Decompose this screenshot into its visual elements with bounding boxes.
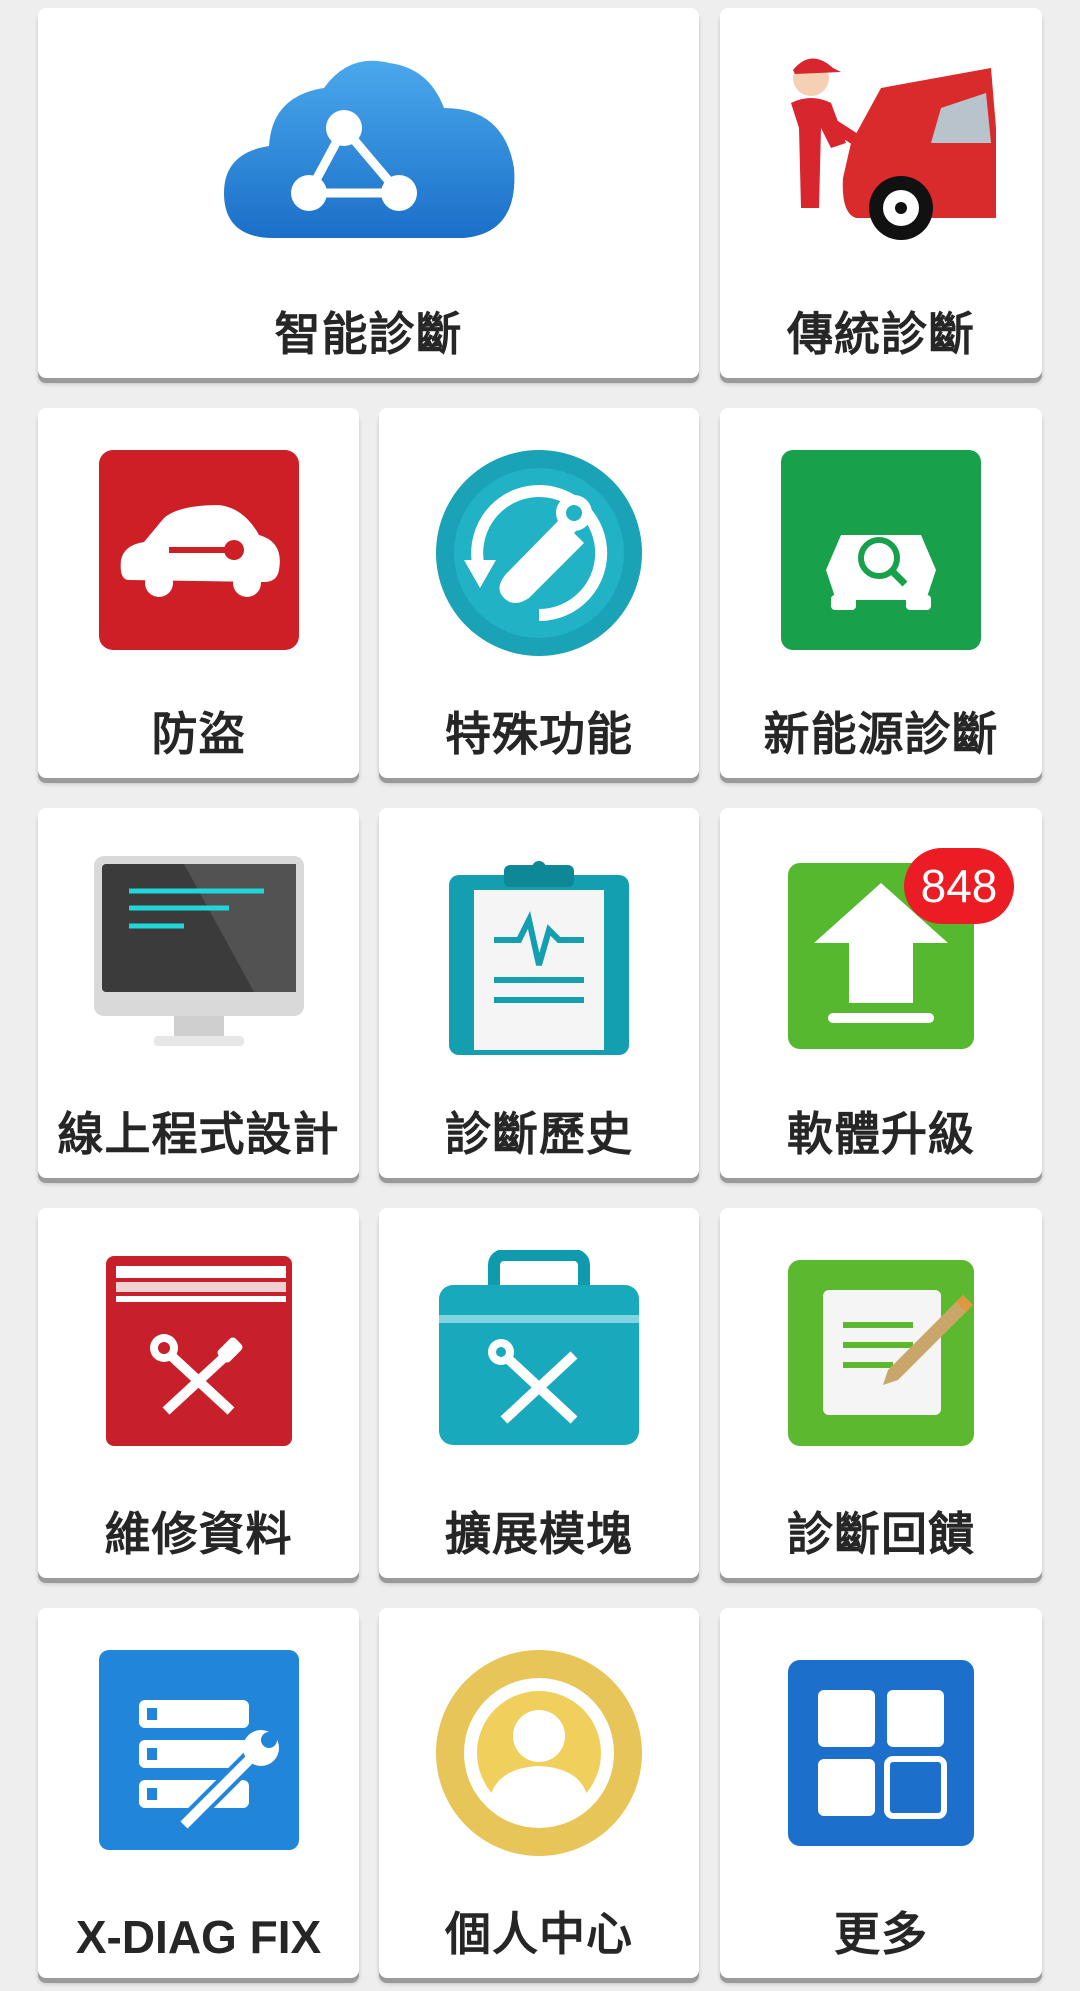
tile-label: 擴展模塊 (445, 1507, 633, 1561)
ev-car-search-icon (781, 450, 981, 650)
more-grid-icon (788, 1660, 974, 1846)
tile-label: 智能診斷 (274, 307, 463, 361)
tile-label: 維修資料 (104, 1507, 293, 1561)
tile-traditional-diagnosis[interactable]: 傳統診斷 (720, 8, 1042, 378)
tile-label: 診斷歷史 (445, 1107, 633, 1161)
tile-label: 個人中心 (445, 1907, 633, 1961)
mechanic-car-icon (791, 58, 996, 240)
car-key-icon (98, 450, 299, 650)
monitor-code-icon (93, 856, 304, 1046)
wrench-cycle-icon (436, 450, 642, 656)
tile-repair-info[interactable]: 維修資料 (38, 1208, 359, 1578)
toolbox-icon (439, 1250, 639, 1445)
tile-online-programming[interactable]: 線上程式設計 (38, 808, 359, 1178)
tile-x-diag-fix[interactable]: X-DIAG FIX (38, 1608, 359, 1978)
tile-label: X-DIAG FIX (75, 1911, 322, 1963)
tile-label: 診斷回饋 (787, 1507, 975, 1561)
feedback-note-icon (788, 1260, 974, 1446)
tile-personal-center[interactable]: 個人中心 (379, 1608, 699, 1978)
update-count-badge: 848 (904, 848, 1014, 924)
tile-label: 特殊功能 (445, 707, 633, 761)
tile-label: 新能源診斷 (763, 707, 999, 761)
repair-book-icon (105, 1256, 292, 1446)
tile-more[interactable]: 更多 (720, 1608, 1042, 1978)
user-profile-icon (436, 1650, 642, 1856)
clipboard-waveform-icon (449, 861, 629, 1055)
tile-label: 線上程式設計 (57, 1107, 340, 1161)
tile-software-upgrade[interactable]: 848 軟體升級 (720, 808, 1042, 1178)
tile-new-energy-diagnosis[interactable]: 新能源診斷 (720, 408, 1042, 778)
tile-label: 軟體升級 (787, 1107, 975, 1161)
tile-label: 更多 (834, 1907, 928, 1961)
tile-label: 傳統診斷 (787, 307, 975, 361)
tile-extension-module[interactable]: 擴展模塊 (379, 1208, 699, 1578)
tile-anti-theft[interactable]: 防盜 (38, 408, 359, 778)
tile-diagnosis-feedback[interactable]: 診斷回饋 (720, 1208, 1042, 1578)
server-wrench-icon (98, 1650, 299, 1850)
tile-label: 防盜 (151, 707, 246, 761)
cloud-network-icon (223, 60, 514, 239)
tile-smart-diagnosis[interactable]: 智能診斷 (38, 8, 699, 378)
tile-diagnosis-history[interactable]: 診斷歷史 (379, 808, 699, 1178)
tile-special-functions[interactable]: 特殊功能 (379, 408, 699, 778)
